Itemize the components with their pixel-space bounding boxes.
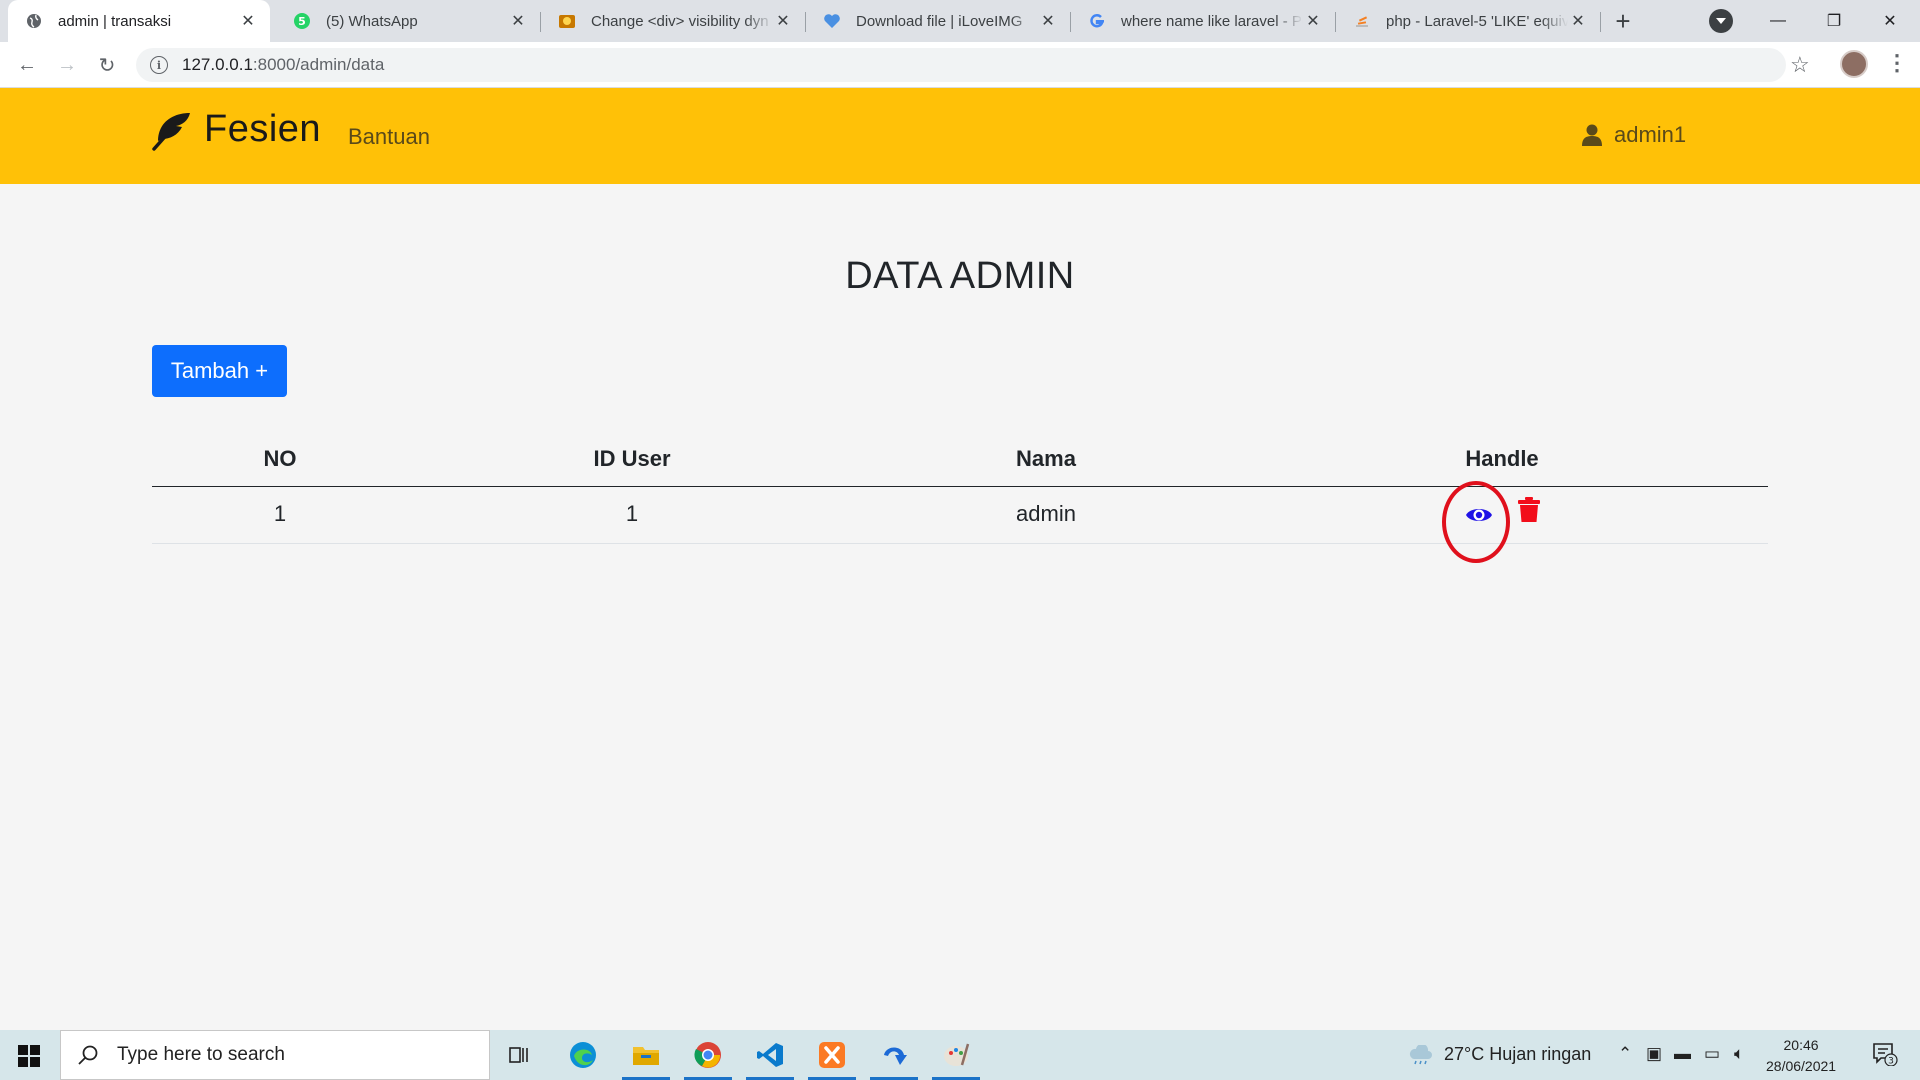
chevron-down-icon — [1716, 18, 1726, 24]
brand-link[interactable]: Fesien — [150, 108, 321, 151]
edge-icon[interactable] — [557, 1030, 609, 1080]
heart-icon — [822, 11, 842, 31]
column-header-nama: Nama — [1016, 446, 1076, 471]
close-tab-icon[interactable]: ✕ — [1038, 11, 1058, 31]
user-menu[interactable]: admin1 — [1582, 122, 1686, 148]
user-icon — [1582, 124, 1602, 146]
tab-title: Change <div> visibility dyn — [591, 12, 769, 30]
user-name: admin1 — [1614, 122, 1687, 147]
vscode-icon[interactable] — [744, 1030, 796, 1080]
clock-time: 20:46 — [1783, 1037, 1819, 1053]
weather-text: 27°C Hujan ringan — [1444, 1044, 1592, 1064]
xampp-icon[interactable] — [806, 1030, 858, 1080]
restore-button[interactable]: ❐ — [1806, 0, 1862, 42]
windows-start-icon[interactable] — [18, 1045, 40, 1067]
tab-search-button[interactable] — [1709, 9, 1733, 33]
new-tab-button[interactable]: + — [1608, 6, 1638, 36]
tab-iloveimg[interactable]: Download file | iLoveIMG ✕ — [806, 0, 1070, 42]
search-icon — [78, 1045, 98, 1065]
battery-icon[interactable]: ▬ — [1674, 1044, 1691, 1064]
google-icon — [1087, 11, 1107, 31]
feather-icon — [152, 112, 190, 151]
meet-now-icon[interactable]: ▣ — [1646, 1044, 1662, 1064]
weather-widget[interactable]: 27°C Hujan ringan — [1408, 1044, 1591, 1065]
whatsapp-icon: 5 — [292, 11, 312, 31]
page-title: DATA ADMIN — [845, 255, 1075, 297]
close-tab-icon[interactable]: ✕ — [1303, 11, 1323, 31]
bookmark-star-icon[interactable]: ☆ — [1790, 52, 1810, 78]
admin-table: NO ID User Nama Handle 1 1 admin — [152, 432, 1768, 563]
back-button[interactable]: ← — [12, 50, 42, 80]
tab-google-search[interactable]: where name like laravel - Pe ✕ — [1071, 0, 1335, 42]
tab-change-div-visibility[interactable]: Change <div> visibility dyn ✕ — [541, 0, 805, 42]
nav-link-bantuan[interactable]: Bantuan — [348, 124, 430, 150]
tab-separator — [1600, 12, 1601, 32]
file-explorer-icon[interactable] — [620, 1030, 672, 1080]
stackoverflow-icon — [1352, 11, 1372, 31]
tab-laravel-like[interactable]: php - Laravel-5 'LIKE' equiva ✕ — [1336, 0, 1600, 42]
site-info-icon[interactable]: i — [150, 56, 168, 74]
tab-title: admin | transaksi — [58, 12, 172, 30]
close-tab-icon[interactable]: ✕ — [238, 11, 258, 31]
column-header-id-user: ID User — [593, 446, 671, 471]
profile-avatar[interactable] — [1840, 50, 1868, 78]
cell-no: 1 — [273, 501, 287, 526]
paint-icon[interactable] — [930, 1030, 982, 1080]
close-tab-icon[interactable]: ✕ — [508, 11, 528, 31]
taskbar-search[interactable]: Type here to search — [60, 1030, 490, 1080]
browser-tabstrip: admin | transaksi ✕ 5 (5) WhatsApp ✕ Cha… — [0, 0, 1920, 42]
url-host: 127.0.0.1 — [182, 55, 253, 74]
browser-toolbar: ← → ↻ i 127.0.0.1:8000/admin/data — [0, 42, 1920, 88]
tab-admin-transaksi[interactable]: admin | transaksi ✕ — [8, 0, 270, 42]
system-clock[interactable]: 20:46 28/06/2021 — [1766, 1035, 1836, 1077]
tab-title: where name like laravel - Pe — [1121, 12, 1303, 30]
tab-title: php - Laravel-5 'LIKE' equiva — [1386, 12, 1568, 30]
close-window-button[interactable]: ✕ — [1862, 0, 1918, 42]
cloud-rain-icon — [1409, 1044, 1432, 1064]
close-tab-icon[interactable]: ✕ — [1568, 11, 1588, 31]
forward-button[interactable]: → — [52, 50, 82, 80]
close-tab-icon[interactable]: ✕ — [773, 11, 793, 31]
tab-whatsapp[interactable]: 5 (5) WhatsApp ✕ — [276, 0, 540, 42]
windows-taskbar: Type here to search 27°C Hujan ringan ⌃ … — [0, 1030, 1920, 1080]
volume-icon[interactable]: 🔈︎ — [1734, 1044, 1744, 1064]
table-row: 1 1 admin — [152, 481, 1768, 563]
url-path: :8000/admin/data — [252, 55, 385, 74]
clock-date: 28/06/2021 — [1766, 1058, 1837, 1074]
notification-count: 3 — [1888, 1057, 1894, 1067]
network-icon[interactable]: ▭ — [1704, 1044, 1720, 1064]
svg-text:5: 5 — [298, 15, 306, 28]
chrome-icon[interactable] — [682, 1030, 734, 1080]
add-button[interactable]: Tambah + — [152, 345, 287, 397]
table-header: NO ID User Nama Handle — [152, 432, 1768, 487]
search-placeholder: Type here to search — [117, 1044, 285, 1065]
reload-button[interactable]: ↻ — [92, 50, 122, 80]
column-header-no: NO — [263, 446, 297, 471]
globe-icon — [24, 11, 44, 31]
site-navbar: Fesien Bantuan admin1 — [0, 88, 1920, 184]
trash-icon[interactable] — [1518, 497, 1540, 523]
brand-name: Fesien — [204, 108, 322, 150]
stackoverflow-icon — [557, 11, 577, 31]
app-arrow-icon[interactable] — [868, 1030, 920, 1080]
notification-icon[interactable]: 3 — [1872, 1042, 1898, 1066]
cell-nama: admin — [1016, 501, 1076, 526]
column-header-handle: Handle — [1465, 446, 1539, 471]
task-view-icon[interactable] — [494, 1030, 546, 1080]
tab-title: (5) WhatsApp — [326, 12, 418, 30]
cell-id-user: 1 — [625, 501, 639, 526]
tab-title: Download file | iLoveIMG — [856, 12, 1023, 30]
minimize-button[interactable]: — — [1750, 0, 1806, 42]
chevron-up-icon[interactable]: ⌃ — [1618, 1044, 1632, 1064]
address-bar[interactable]: i 127.0.0.1:8000/admin/data — [136, 48, 1786, 82]
annotation-circle — [1442, 481, 1510, 563]
browser-menu-icon[interactable]: ⋮ — [1886, 50, 1908, 76]
